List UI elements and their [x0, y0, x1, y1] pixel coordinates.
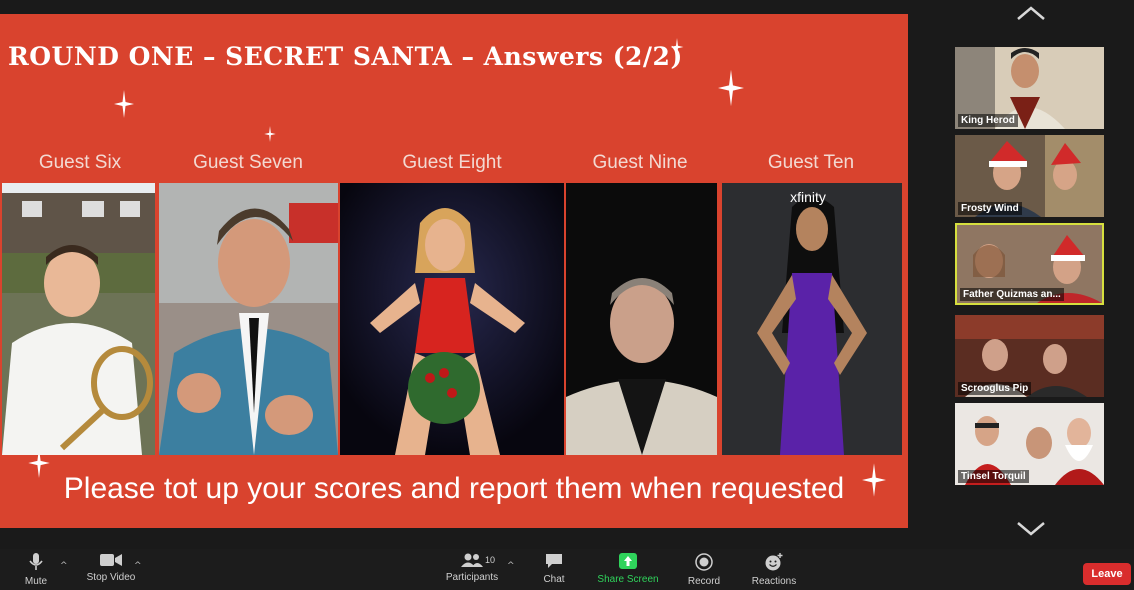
mute-label: Mute: [24, 576, 48, 587]
chat-label: Chat: [543, 574, 565, 585]
sparkle-icon: [718, 69, 744, 107]
guest-label-nine: Guest Nine: [592, 152, 688, 173]
participant-name: Frosty Wind: [958, 202, 1022, 215]
microphone-icon: [29, 553, 43, 570]
record-icon: [695, 553, 713, 571]
participant-tile[interactable]: King Herod: [955, 47, 1104, 129]
caret-up-icon[interactable]: ^: [60, 561, 68, 571]
participant-name: Father Quizmas an...: [960, 288, 1064, 301]
emoji-icon: [765, 553, 783, 571]
leave-button[interactable]: Leave: [1083, 563, 1131, 585]
mute-button[interactable]: Mute: [20, 553, 52, 587]
guest-label-ten: Guest Ten: [767, 152, 855, 173]
meeting-toolbar: Mute ^ Stop Video ^ 10 Participants ^ Ch…: [0, 549, 1134, 590]
stop-video-label: Stop Video: [86, 572, 136, 583]
share-screen-label: Share Screen: [597, 574, 659, 585]
chat-button[interactable]: Chat: [538, 553, 570, 585]
share-screen-button[interactable]: Share Screen: [594, 553, 662, 585]
record-label: Record: [687, 576, 721, 587]
record-button[interactable]: Record: [684, 553, 724, 587]
reactions-label: Reactions: [751, 576, 797, 587]
slide-title: ROUND ONE – SECRET SANTA – Answers (2/2): [8, 42, 683, 71]
guest-nine-photo: [566, 183, 717, 455]
guest-label-eight: Guest Eight: [402, 152, 502, 173]
participant-name: Scrooglus Pip: [958, 382, 1032, 395]
participant-tile[interactable]: Tinsel Torquil: [955, 403, 1104, 485]
xfinity-logo: xfinity: [790, 189, 826, 205]
participants-icon: [461, 553, 483, 567]
shared-slide: ROUND ONE – SECRET SANTA – Answers (2/2)…: [0, 14, 908, 528]
stop-video-button[interactable]: Stop Video: [84, 553, 138, 583]
participants-count: 10: [485, 555, 496, 565]
participant-name: Tinsel Torquil: [958, 470, 1029, 483]
reactions-button[interactable]: Reactions: [748, 553, 800, 587]
guest-label-seven: Guest Seven: [193, 152, 303, 173]
sparkle-icon: [670, 38, 684, 56]
video-camera-icon: [100, 554, 122, 566]
active-speaker-tile[interactable]: Father Quizmas an...: [955, 223, 1104, 305]
chat-icon: [546, 554, 562, 568]
sparkle-icon: [114, 90, 134, 118]
guest-seven-photo: [159, 183, 338, 455]
chevron-down-icon[interactable]: [1016, 519, 1046, 537]
sparkle-icon: [264, 126, 276, 142]
caret-up-icon[interactable]: ^: [507, 561, 515, 571]
guest-label-six: Guest Six: [38, 152, 122, 173]
guest-ten-photo: xfinity: [722, 183, 902, 455]
caret-up-icon[interactable]: ^: [134, 561, 142, 571]
participant-name: King Herod: [958, 114, 1018, 127]
share-screen-icon: [619, 553, 637, 569]
participants-button[interactable]: 10 Participants: [442, 553, 502, 583]
chevron-up-icon[interactable]: [1016, 4, 1046, 22]
participants-label: Participants: [445, 572, 499, 583]
guest-six-photo: [2, 183, 155, 455]
participant-tile[interactable]: Scrooglus Pip: [955, 315, 1104, 397]
participant-tile[interactable]: Frosty Wind: [955, 135, 1104, 217]
guest-eight-photo: [340, 183, 564, 455]
slide-footer-text: Please tot up your scores and report the…: [63, 472, 845, 505]
